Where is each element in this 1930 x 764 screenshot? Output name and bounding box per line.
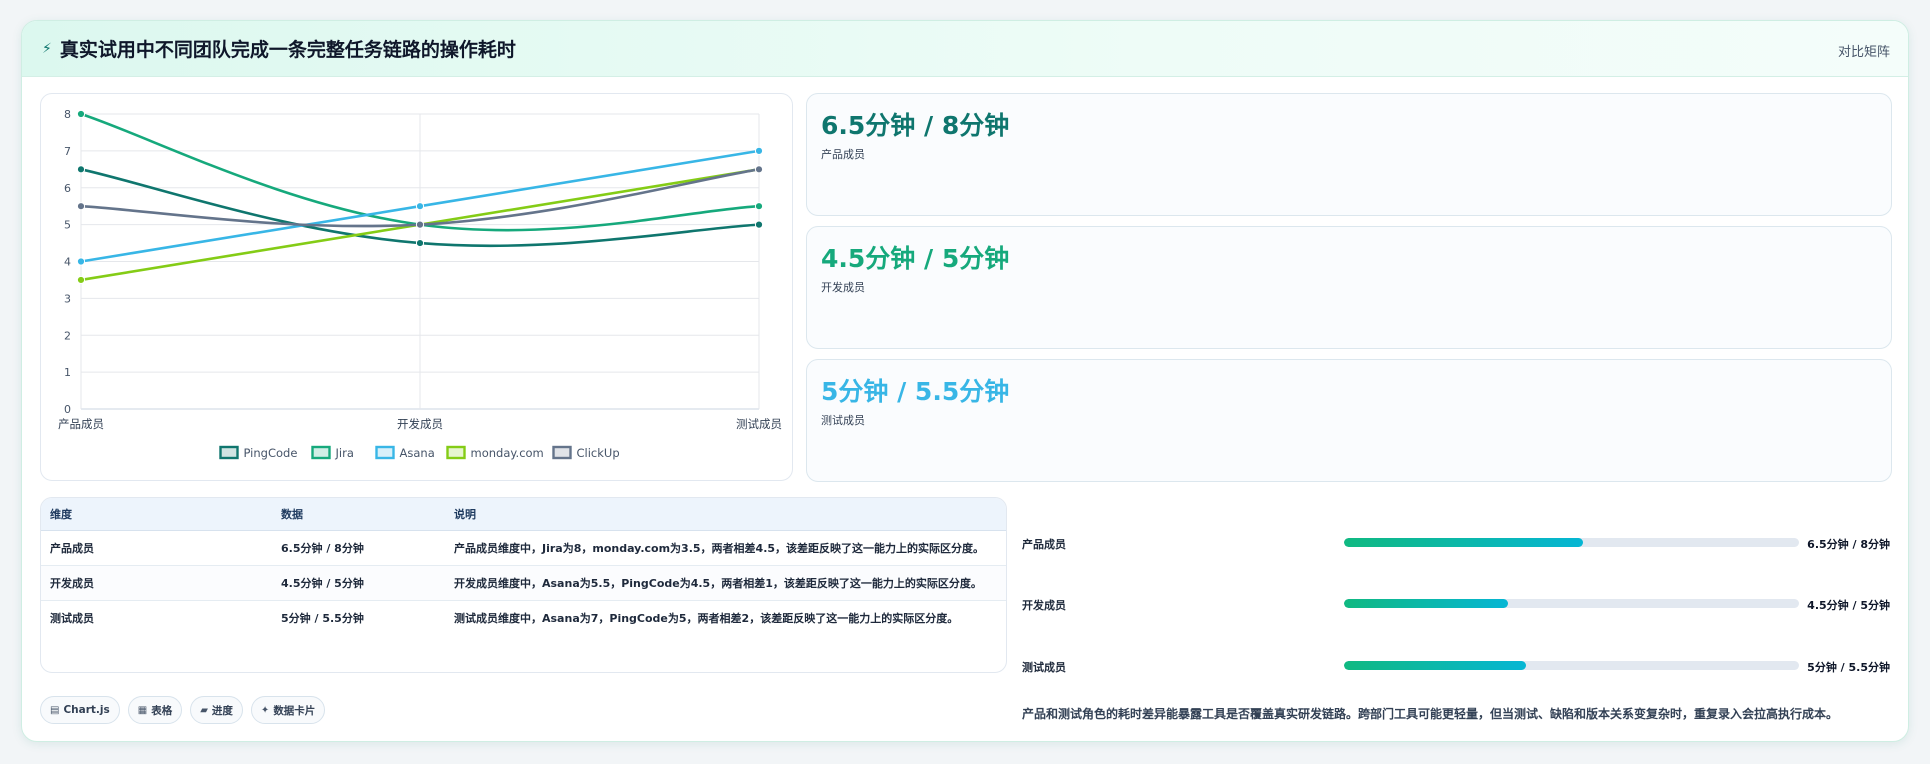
progress-fill bbox=[1344, 538, 1583, 547]
cell-data: 6.5分钟 / 8分钟 bbox=[272, 530, 445, 566]
kpi-label: 产品成员 bbox=[821, 148, 865, 161]
x-tick-label: 开发成员 bbox=[397, 417, 443, 431]
data-point bbox=[76, 109, 86, 119]
y-tick-label: 5 bbox=[64, 219, 71, 232]
legend-swatch bbox=[375, 445, 395, 460]
summary-note: 产品和测试角色的耗时差异能暴露工具是否覆盖真实研发链路。跨部门工具可能更轻量，但… bbox=[1022, 707, 1839, 721]
table-row: 测试成员 5分钟 / 5.5分钟 测试成员维度中，Asana为7，PingCod… bbox=[41, 600, 1006, 635]
progress-row-dev: 开发成员 4.5分钟 / 5分钟 bbox=[1022, 594, 1894, 614]
progress-value: 4.5分钟 / 5分钟 bbox=[1807, 599, 1890, 612]
data-table-panel: 维度 数据 说明 产品成员 6.5分钟 / 8分钟 产品成员维度中，Jira为8… bbox=[40, 497, 1007, 673]
page-title: 真实试用中不同团队完成一条完整任务链路的操作耗时 bbox=[59, 39, 516, 61]
table-header-description: 说明 bbox=[445, 498, 1006, 531]
cell-dimension: 测试成员 bbox=[50, 611, 94, 625]
line-chart-panel: 0 1 2 3 4 5 6 7 8 产品成员 开发成员 测试成员 PingCode Jira Asana mo… bbox=[40, 93, 793, 481]
progress-icon: ▰ bbox=[200, 704, 208, 716]
kpi-card-product: 6.5分钟 / 8分钟 产品成员 bbox=[806, 93, 1892, 216]
cell-dimension: 产品成员 bbox=[41, 530, 272, 566]
legend-label: Jira bbox=[335, 446, 354, 460]
chart-icon: ▤ bbox=[50, 704, 60, 716]
chip-row: ▤ Chart.js ▦ 表格 ▰ 进度 ✦ 数据卡片 bbox=[40, 696, 326, 724]
legend-label: Asana bbox=[400, 446, 435, 460]
x-tick-label: 产品成员 bbox=[58, 417, 104, 431]
progress-list: 产品成员 6.5分钟 / 8分钟 开发成员 4.5分钟 / 5分钟 测试成员 5… bbox=[1022, 497, 1894, 737]
data-point bbox=[754, 146, 764, 155]
sparkle-icon: ✦ bbox=[260, 704, 270, 716]
cell-dimension: 开发成员 bbox=[41, 565, 272, 601]
progress-fill bbox=[1344, 599, 1508, 608]
kpi-label: 开发成员 bbox=[821, 281, 865, 294]
chip-progress[interactable]: ▰ 进度 bbox=[190, 696, 243, 724]
data-point bbox=[76, 257, 86, 266]
data-point bbox=[754, 165, 764, 174]
data-point bbox=[76, 202, 86, 211]
kpi-value: 5分钟 / 5.5分钟 bbox=[821, 377, 1010, 406]
legend-swatch bbox=[446, 445, 466, 460]
data-table: 维度 数据 说明 产品成员 6.5分钟 / 8分钟 产品成员维度中，Jira为8… bbox=[41, 498, 1006, 635]
progress-label: 开发成员 bbox=[1022, 599, 1066, 612]
data-point bbox=[415, 220, 425, 229]
data-point bbox=[754, 202, 764, 211]
legend-label: monday.com bbox=[471, 446, 544, 460]
matrix-label: 对比矩阵 bbox=[1837, 45, 1890, 60]
y-tick-label: 2 bbox=[64, 329, 71, 342]
data-point bbox=[754, 220, 764, 229]
progress-track bbox=[1344, 599, 1799, 608]
chip-chartjs[interactable]: ▤ Chart.js bbox=[40, 696, 120, 724]
legend-swatch bbox=[311, 445, 331, 460]
cell-description: 开发成员维度中，Asana为5.5，PingCode为4.5，两者相差1，该差距… bbox=[445, 565, 1006, 601]
data-point bbox=[76, 275, 86, 285]
progress-row-test: 测试成员 5分钟 / 5.5分钟 bbox=[1022, 656, 1894, 676]
legend-swatch bbox=[552, 445, 572, 460]
table-header-dimension: 维度 bbox=[41, 498, 272, 531]
cell-data: 4.5分钟 / 5分钟 bbox=[272, 565, 445, 601]
x-tick-label: 测试成员 bbox=[736, 417, 782, 431]
kpi-label: 测试成员 bbox=[821, 414, 865, 427]
y-tick-label: 1 bbox=[64, 366, 71, 379]
cell-description: 测试成员维度中，Asana为7，PingCode为5，两者相差2，该差距反映了这… bbox=[454, 611, 959, 625]
legend-swatch bbox=[219, 445, 239, 460]
data-point bbox=[76, 165, 86, 174]
y-tick-label: 0 bbox=[64, 403, 71, 416]
data-point bbox=[415, 202, 425, 211]
progress-track bbox=[1344, 538, 1799, 547]
cell-description: 产品成员维度中，Jira为8，monday.com为3.5，两者相差4.5，该差… bbox=[445, 530, 1006, 566]
line-chart: 0 1 2 3 4 5 6 7 8 产品成员 开发成员 测试成员 PingCode Jira Asana mo… bbox=[58, 108, 782, 460]
kpi-card-test: 5分钟 / 5.5分钟 测试成员 bbox=[806, 359, 1892, 482]
bolt-icon: ⚡ bbox=[42, 40, 52, 57]
y-tick-label: 4 bbox=[64, 256, 71, 269]
chip-label: 进度 bbox=[211, 704, 233, 717]
kpi-value: 6.5分钟 / 8分钟 bbox=[821, 111, 1010, 140]
table-icon: ▦ bbox=[137, 704, 148, 716]
chip-table[interactable]: ▦ 表格 bbox=[127, 696, 183, 724]
chip-data-card[interactable]: ✦ 数据卡片 bbox=[250, 696, 326, 724]
card-header: ⚡ 真实试用中不同团队完成一条完整任务链路的操作耗时 对比矩阵 bbox=[22, 21, 1908, 77]
chip-label: Chart.js bbox=[63, 704, 110, 716]
chip-label: 表格 bbox=[151, 704, 173, 717]
chip-label: 数据卡片 bbox=[273, 704, 316, 717]
table-row: 产品成员 6.5分钟 / 8分钟 产品成员维度中，Jira为8，monday.c… bbox=[41, 530, 1006, 566]
kpi-value: 4.5分钟 / 5分钟 bbox=[821, 244, 1010, 273]
cell-data: 5分钟 / 5.5分钟 bbox=[281, 611, 364, 625]
progress-value: 6.5分钟 / 8分钟 bbox=[1807, 538, 1890, 551]
progress-track bbox=[1344, 661, 1799, 670]
y-tick-label: 6 bbox=[64, 182, 71, 195]
y-tick-label: 8 bbox=[64, 108, 71, 121]
progress-value: 5分钟 / 5.5分钟 bbox=[1807, 661, 1890, 674]
kpi-card-dev: 4.5分钟 / 5分钟 开发成员 bbox=[806, 226, 1892, 349]
comparison-card: ⚡ 真实试用中不同团队完成一条完整任务链路的操作耗时 对比矩阵 0 1 2 3 4 5 6 7… bbox=[21, 20, 1909, 742]
y-tick-label: 7 bbox=[64, 145, 71, 158]
data-point bbox=[415, 238, 425, 248]
progress-fill bbox=[1344, 661, 1526, 670]
y-tick-label: 3 bbox=[64, 292, 71, 305]
progress-row-product: 产品成员 6.5分钟 / 8分钟 bbox=[1022, 533, 1894, 553]
legend-label: PingCode bbox=[244, 446, 298, 460]
progress-label: 产品成员 bbox=[1022, 538, 1066, 551]
progress-label: 测试成员 bbox=[1022, 661, 1066, 674]
table-row: 开发成员 4.5分钟 / 5分钟 开发成员维度中，Asana为5.5，PingC… bbox=[41, 565, 1006, 601]
table-header-data: 数据 bbox=[272, 498, 445, 531]
legend-label: ClickUp bbox=[577, 446, 620, 460]
